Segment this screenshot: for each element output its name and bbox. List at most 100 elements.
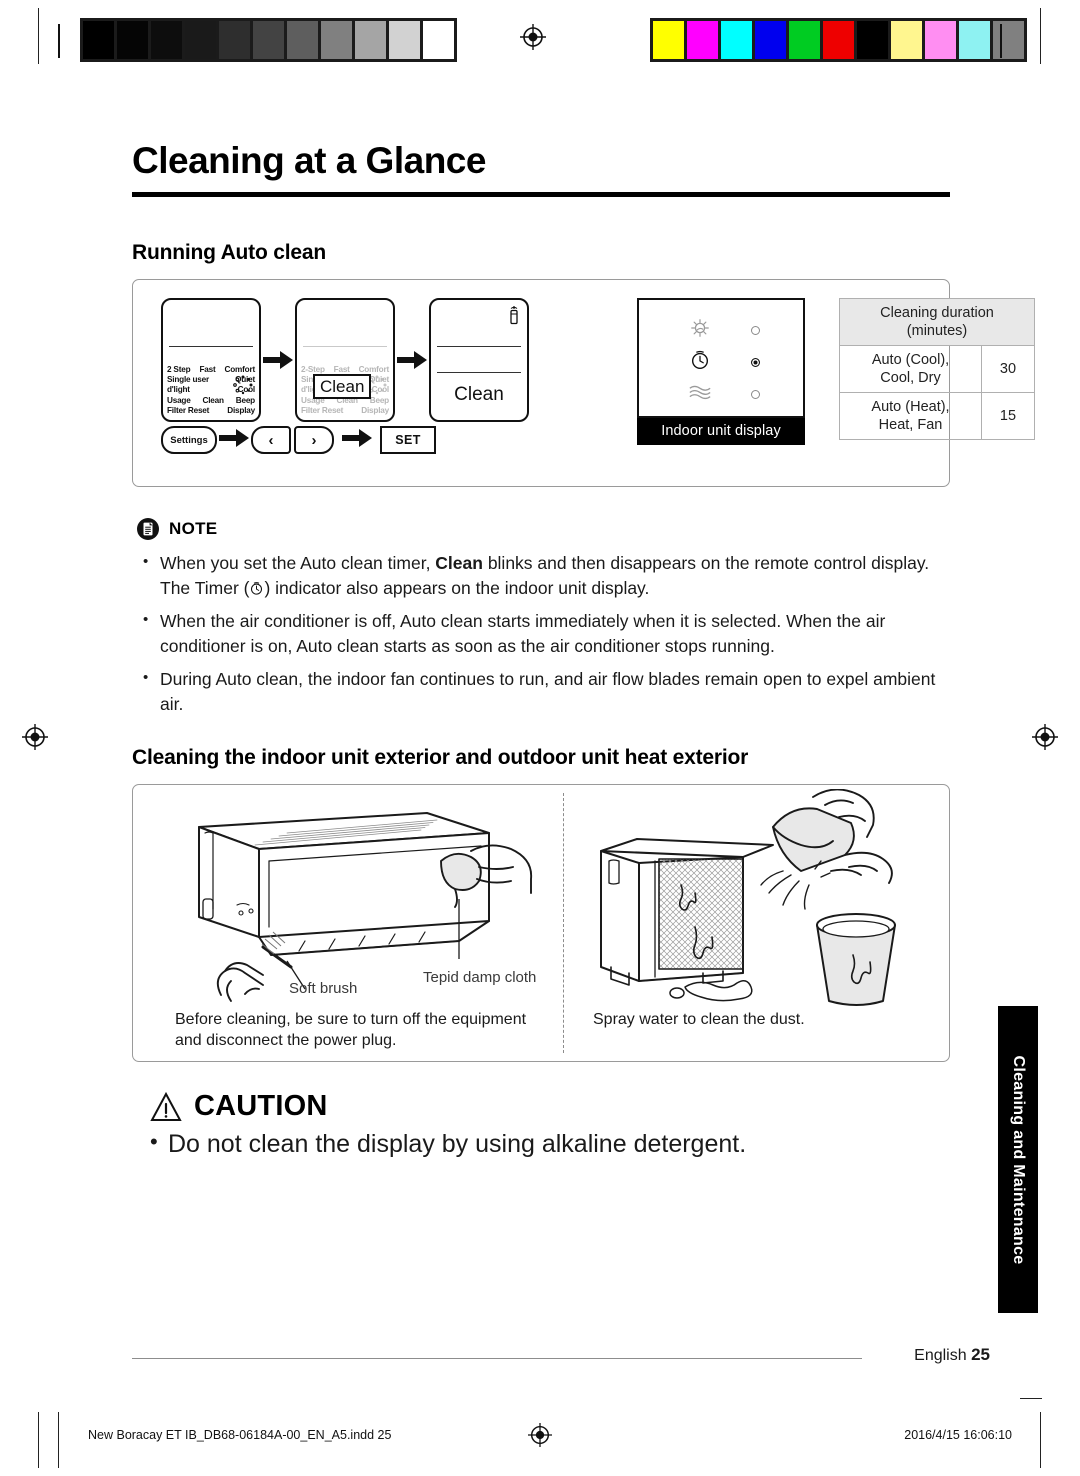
- mode-line1: Auto (Cool),: [871, 352, 950, 368]
- lcd-result-text: Clean: [454, 384, 504, 405]
- lcd-line-1: Single user Quiet: [166, 375, 256, 385]
- lcd-divider: [303, 346, 387, 347]
- label-soft-brush: Soft brush: [289, 980, 358, 997]
- arrow-right-icon-4: [340, 428, 374, 452]
- table-header-row: Cleaning duration (minutes): [839, 298, 1035, 346]
- side-tab-label: Cleaning and Maintenance: [1010, 1054, 1027, 1265]
- note-header: NOTE: [136, 517, 950, 541]
- led-indicator-timer: [750, 357, 760, 367]
- caption-line1: Before cleaning, be sure to turn off the…: [175, 1011, 527, 1028]
- lcd-line-4: Filter Reset Display: [300, 406, 390, 416]
- lcd-item: Usage: [167, 395, 191, 405]
- lcd-item: Fast: [199, 364, 216, 374]
- settings-button[interactable]: Settings: [161, 426, 217, 454]
- table-row: Auto (Cool), Cool, Dry 30: [839, 345, 1035, 393]
- note-bullet-1: When you set the Auto clean timer, Clean…: [132, 550, 950, 600]
- lcd-line-3: Usage Clean Beep: [166, 396, 256, 406]
- lcd-item: Quiet: [235, 375, 255, 385]
- table-row: Auto (Heat), Heat, Fan 15: [839, 392, 1035, 440]
- page-title: Cleaning at a Glance: [132, 140, 486, 181]
- remote-lcd-step2: 2-StepFastComfortSingle userQuietd'light…: [295, 298, 395, 422]
- lcd-item: Cool: [371, 385, 390, 395]
- minutes-cell-cool: 30: [981, 345, 1035, 393]
- indoor-cleaning-caption: Before cleaning, be sure to turn off the…: [175, 1009, 555, 1051]
- lcd-line-2: d'light Cool: [166, 385, 256, 395]
- prev-button[interactable]: ‹: [251, 426, 291, 454]
- note-title: NOTE: [169, 519, 218, 538]
- note-document-icon: [136, 517, 160, 541]
- indoor-unit-display-figure: Indoor unit display: [637, 298, 805, 445]
- lcd-divider: [437, 372, 521, 373]
- lcd-divider: [437, 346, 521, 347]
- navigation-buttons: ‹ ›: [251, 426, 334, 454]
- title-rule: [132, 192, 950, 197]
- illustration-divider: [563, 793, 564, 1053]
- remote-lcd-step3: Clean: [429, 298, 529, 422]
- caution-title: CAUTION: [194, 1090, 328, 1122]
- mode-cell-cool: Auto (Cool), Cool, Dry: [839, 345, 982, 393]
- eco-sun-icon: [683, 317, 717, 344]
- duration-header-line1: Cleaning duration: [880, 305, 994, 321]
- transmit-icon: [508, 306, 520, 326]
- cleaning-duration-table: Cleaning duration (minutes) Auto (Cool),…: [839, 298, 1035, 440]
- warning-triangle-icon: [150, 1091, 182, 1122]
- arrow-right-icon-1: [261, 298, 295, 422]
- set-button[interactable]: SET: [380, 426, 436, 454]
- note-bullet-list: When you set the Auto clean timer, Clean…: [132, 550, 950, 716]
- lcd-item: Filter Reset: [167, 405, 210, 415]
- table-header-cell: Cleaning duration (minutes): [839, 298, 1035, 346]
- clean-callout: Clean: [313, 374, 372, 399]
- auto-clean-procedure-panel: 2 Step Fast Comfort Single user Quiet d'light…: [132, 279, 1035, 487]
- caution-header: CAUTION: [150, 1090, 950, 1123]
- indicator-row-timer: [639, 346, 803, 378]
- lcd-item: Clean: [202, 395, 224, 405]
- next-button[interactable]: ›: [294, 426, 334, 454]
- registration-mark-footer: [528, 1423, 552, 1447]
- note-bullet-3: During Auto clean, the indoor fan contin…: [132, 666, 950, 716]
- page-number: 25: [971, 1345, 990, 1364]
- lcd-item: Single user: [167, 375, 209, 385]
- footer-filename: New Boracay ET IB_DB68-06184A-00_EN_A5.i…: [88, 1428, 392, 1442]
- remote-step-sequence: 2 Step Fast Comfort Single user Quiet d'light…: [161, 298, 529, 422]
- lcd-item: Cool: [237, 385, 256, 395]
- section-heading-running-auto-clean: Running Auto clean: [132, 241, 326, 264]
- indicator-row-eco: [639, 314, 803, 346]
- lcd-item: Display: [227, 405, 255, 415]
- note-bullet-2: When the air conditioner is off, Auto cl…: [132, 608, 950, 658]
- indoor-unit-display-screen: [637, 298, 805, 418]
- note-bold-clean: Clean: [435, 553, 483, 573]
- lcd-menu-text: 2 Step Fast Comfort Single user Quiet d'light…: [166, 365, 256, 416]
- mode-line1: Auto (Heat),: [871, 399, 950, 415]
- led-indicator-eco: [750, 325, 760, 335]
- lcd-item: Display: [361, 405, 389, 415]
- cleaning-illustration-panel: Tepid damp cloth Soft brush Before clean…: [132, 784, 950, 1062]
- label-tepid-damp-cloth: Tepid damp cloth: [423, 969, 537, 986]
- page-number-block: English 25: [914, 1345, 990, 1365]
- timer-clock-icon: [683, 349, 717, 376]
- lcd-item: d'light: [167, 385, 190, 395]
- lcd-line-0: 2 Step Fast Comfort: [166, 365, 256, 375]
- lcd-item: Beep: [235, 395, 255, 405]
- footer-timestamp: 2016/4/15 16:06:10: [904, 1428, 1012, 1442]
- note-text-part3: ) indicator also appears on the indoor u…: [264, 577, 650, 598]
- lcd-item: Filter Reset: [301, 405, 344, 415]
- arrow-right-icon-3: [217, 428, 251, 452]
- mode-line2: Heat, Fan: [878, 417, 943, 433]
- outdoor-unit-illustration: [600, 789, 896, 1006]
- timer-clock-icon-inline: [249, 578, 264, 595]
- caution-text: Do not clean the display by using alkali…: [150, 1125, 950, 1161]
- indicator-row-airflow: [639, 378, 803, 410]
- outdoor-cleaning-caption: Spray water to clean the dust.: [593, 1011, 805, 1028]
- duration-header-line2: (minutes): [906, 323, 968, 339]
- lcd-item: Comfort: [224, 364, 256, 374]
- arrow-right-icon-2: [395, 298, 429, 422]
- manual-page: Cleaning at a Glance Running Auto clean: [0, 0, 1080, 1476]
- airflow-wave-icon: [683, 383, 717, 406]
- page-content: Cleaning at a Glance Running Auto clean: [132, 140, 1035, 1161]
- lcd-line-4: Filter Reset Display: [166, 406, 256, 416]
- lcd-divider: [169, 346, 253, 347]
- chapter-side-tab: Cleaning and Maintenance: [998, 1006, 1038, 1313]
- led-indicator-airflow: [750, 389, 760, 399]
- remote-lcd-step1: 2 Step Fast Comfort Single user Quiet d'light…: [161, 298, 261, 422]
- mode-line2: Cool, Dry: [880, 370, 941, 386]
